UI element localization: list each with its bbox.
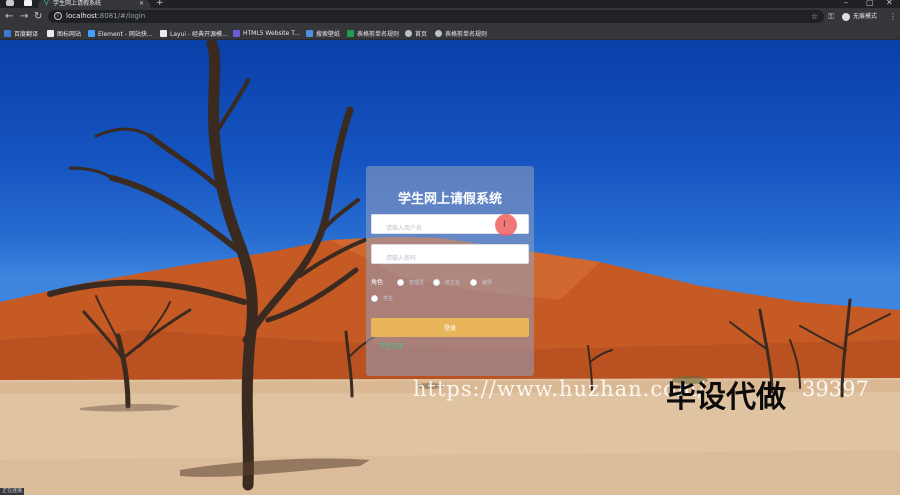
globe-icon bbox=[435, 29, 442, 37]
bookmark-item[interactable]: 表格剪单名规则 bbox=[347, 26, 399, 40]
bookmark-item[interactable]: 表格剪单名规则 bbox=[435, 26, 487, 40]
role-radio-student[interactable]: 学生 bbox=[371, 295, 393, 302]
status-bar: 正在连接... bbox=[0, 488, 27, 495]
status-text: 正在连接... bbox=[2, 488, 27, 494]
bookmark-item[interactable]: 搜索壁纸 bbox=[306, 26, 340, 40]
url-text: localhost:8081/#/login bbox=[66, 12, 146, 20]
bookmark-item[interactable]: 图标网站 bbox=[47, 26, 81, 40]
role-radio-head-teacher[interactable]: 班主任 bbox=[433, 279, 460, 286]
incognito-label[interactable]: 无痕模式 bbox=[853, 10, 877, 23]
bookmark-item[interactable]: Element - 网站快... bbox=[88, 26, 153, 40]
radio-circle[interactable] bbox=[371, 295, 378, 302]
browser-toolbar: ← → ↻ i localhost:8081/#/login ☆ ⚿ 无痕模式 … bbox=[0, 8, 900, 26]
sheet-icon bbox=[347, 29, 354, 37]
info-icon[interactable]: i bbox=[54, 12, 62, 20]
role-radio-admin[interactable]: 管理员 bbox=[397, 279, 424, 286]
page-title: 学生网上请假系统 bbox=[397, 192, 502, 207]
tab-search-icon[interactable] bbox=[24, 0, 32, 6]
reload-icon[interactable]: ↻ bbox=[34, 10, 42, 23]
watermark-number: 39397 bbox=[802, 377, 869, 401]
username-field[interactable]: I bbox=[371, 214, 529, 238]
radio-circle[interactable] bbox=[470, 279, 477, 286]
page-viewport: 学生网上请假系统 I 角色 管理员 班主任 辅导 学生 登录 学生注册 bbox=[0, 40, 900, 495]
bookmark-item[interactable]: 百度翻译 bbox=[4, 26, 38, 40]
login-card: 学生网上请假系统 I 角色 管理员 班主任 辅导 学生 登录 学生注册 bbox=[366, 166, 534, 376]
wallpaper-icon bbox=[306, 29, 313, 37]
student-register-link[interactable]: 学生注册 bbox=[379, 341, 403, 350]
bookmark-star-icon[interactable]: ☆ bbox=[811, 10, 818, 23]
new-tab-icon[interactable]: + bbox=[156, 0, 164, 8]
password-input[interactable] bbox=[372, 249, 528, 268]
bookmark-item[interactable]: Layui - 经典开源模... bbox=[160, 26, 228, 40]
html5-site-icon bbox=[233, 29, 240, 37]
more-menu-icon[interactable]: ⋮ bbox=[889, 10, 897, 23]
radio-circle[interactable] bbox=[433, 279, 440, 286]
minimize-icon[interactable]: – bbox=[844, 0, 848, 7]
bookmark-item[interactable]: HTML5 Website T... bbox=[233, 26, 300, 40]
maximize-icon[interactable]: ▢ bbox=[866, 0, 874, 7]
back-icon[interactable]: ← bbox=[5, 10, 13, 23]
globe-icon bbox=[405, 29, 412, 37]
role-label: 角色 bbox=[371, 279, 384, 286]
radio-circle[interactable] bbox=[397, 279, 404, 286]
baidu-translate-icon bbox=[4, 29, 11, 37]
vue-icon: V bbox=[44, 0, 49, 7]
element-icon bbox=[88, 29, 95, 37]
tab-title: 学生网上请假系统 bbox=[53, 0, 102, 7]
incognito-avatar[interactable] bbox=[842, 13, 850, 21]
browser-menu-icon[interactable] bbox=[6, 0, 14, 6]
password-field[interactable] bbox=[371, 244, 529, 268]
role-radio-counselor[interactable]: 辅导 bbox=[470, 279, 492, 286]
browser-tab-active[interactable]: V 学生网上请假系统 ✕ bbox=[38, 0, 150, 8]
layui-icon bbox=[160, 29, 167, 37]
close-window-icon[interactable]: ✕ bbox=[886, 0, 893, 7]
mouse-cursor-highlight bbox=[495, 214, 517, 236]
bookmark-icon bbox=[47, 29, 54, 37]
tab-close-icon[interactable]: ✕ bbox=[139, 0, 144, 7]
text-cursor-icon: I bbox=[503, 220, 506, 230]
login-button[interactable]: 登录 bbox=[371, 318, 529, 337]
bookmark-item[interactable]: 首页 bbox=[405, 26, 427, 40]
watermark-text: 毕设代做 bbox=[666, 380, 786, 415]
bookmarks-bar: 百度翻译 图标网站 Element - 网站快... Layui - 经典开源模… bbox=[0, 26, 900, 40]
address-bar[interactable]: i localhost:8081/#/login ☆ bbox=[48, 10, 824, 23]
key-icon[interactable]: ⚿ bbox=[828, 10, 834, 23]
watermark-url: https://www.huzhan.com/ bbox=[413, 377, 706, 401]
forward-icon[interactable]: → bbox=[20, 10, 28, 23]
browser-tabstrip: V 学生网上请假系统 ✕ + – ▢ ✕ bbox=[0, 0, 900, 8]
